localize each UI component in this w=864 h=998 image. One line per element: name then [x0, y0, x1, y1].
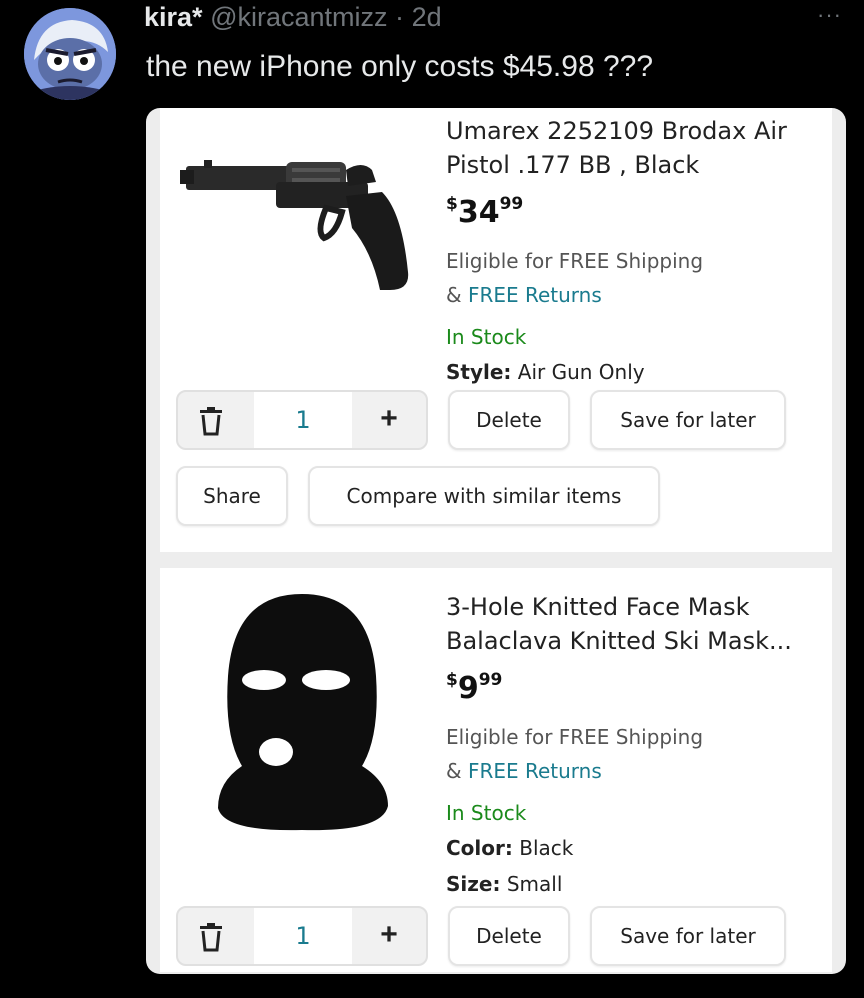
- price-currency: $: [446, 194, 458, 214]
- save-for-later-button[interactable]: Save for later: [590, 906, 786, 966]
- attribute-value: Air Gun Only: [517, 360, 645, 384]
- item-info: 3-Hole Knitted Face Mask Balaclava Knitt…: [446, 590, 826, 902]
- size-attribute: Size: Small: [446, 866, 826, 902]
- shipping-info: Eligible for FREE Shipping & FREE Return…: [446, 244, 826, 312]
- product-title[interactable]: 3-Hole Knitted Face Mask Balaclava Knitt…: [446, 590, 826, 658]
- avatar[interactable]: [24, 8, 116, 100]
- free-returns-link[interactable]: FREE Returns: [468, 759, 602, 783]
- display-name[interactable]: kira*: [144, 2, 203, 32]
- compare-similar-button[interactable]: Compare with similar items: [308, 466, 660, 526]
- quantity-value[interactable]: 1: [254, 392, 352, 448]
- price-currency: $: [446, 670, 458, 690]
- air-pistol-image: [180, 160, 409, 290]
- attribute-label: Size:: [446, 872, 501, 896]
- quantity-stepper: 1 +: [176, 390, 428, 450]
- style-attribute: Style: Air Gun Only: [446, 354, 826, 390]
- handle[interactable]: @kiracantmizz: [210, 2, 387, 32]
- attribute-value: Small: [506, 872, 563, 896]
- product-price: $999: [446, 670, 826, 706]
- returns-prefix: &: [446, 759, 468, 783]
- tweet-text: the new iPhone only costs $45.98 ???: [146, 50, 654, 83]
- free-returns-link[interactable]: FREE Returns: [468, 283, 602, 307]
- free-shipping-text: Eligible for FREE Shipping: [446, 725, 704, 749]
- free-shipping-text: Eligible for FREE Shipping: [446, 249, 704, 273]
- color-attribute: Color: Black: [446, 830, 826, 866]
- price-whole: 34: [457, 195, 500, 230]
- attribute-label: Color:: [446, 836, 513, 860]
- delete-button[interactable]: Delete: [448, 906, 570, 966]
- avatar-illustration-icon: [24, 8, 116, 100]
- tweet-user-line: kira* @kiracantmizz · 2d: [144, 2, 442, 33]
- product-title[interactable]: Umarex 2252109 Brodax Air Pistol .177 BB…: [446, 114, 826, 182]
- cart-item: Umarex 2252109 Brodax Air Pistol .177 BB…: [160, 108, 832, 552]
- balaclava-image: [218, 594, 388, 831]
- quantity-stepper: 1 +: [176, 906, 428, 966]
- save-for-later-button[interactable]: Save for later: [590, 390, 786, 450]
- tweet-age[interactable]: 2d: [412, 2, 442, 32]
- price-whole: 9: [457, 671, 479, 706]
- share-button[interactable]: Share: [176, 466, 288, 526]
- stock-status: In Stock: [446, 325, 527, 349]
- stock-status: In Stock: [446, 801, 527, 825]
- more-options-icon[interactable]: ···: [817, 2, 842, 28]
- tweet-header: kira* @kiracantmizz · 2d ··· the new iPh…: [0, 0, 864, 110]
- returns-prefix: &: [446, 283, 468, 307]
- attribute-label: Style:: [446, 360, 512, 384]
- cart-screenshot: Umarex 2252109 Brodax Air Pistol .177 BB…: [146, 108, 846, 974]
- quantity-value[interactable]: 1: [254, 908, 352, 964]
- delete-button[interactable]: Delete: [448, 390, 570, 450]
- trash-icon[interactable]: [196, 922, 226, 952]
- attribute-value: Black: [519, 836, 574, 860]
- price-fraction: 99: [478, 670, 503, 690]
- price-fraction: 99: [499, 194, 524, 214]
- cart-item: 3-Hole Knitted Face Mask Balaclava Knitt…: [160, 568, 832, 972]
- shipping-info: Eligible for FREE Shipping & FREE Return…: [446, 720, 826, 788]
- increase-quantity-button[interactable]: +: [352, 392, 426, 448]
- separator: ·: [395, 2, 405, 32]
- product-price: $3499: [446, 194, 826, 230]
- item-info: Umarex 2252109 Brodax Air Pistol .177 BB…: [446, 114, 826, 390]
- trash-icon[interactable]: [196, 406, 226, 436]
- increase-quantity-button[interactable]: +: [352, 908, 426, 964]
